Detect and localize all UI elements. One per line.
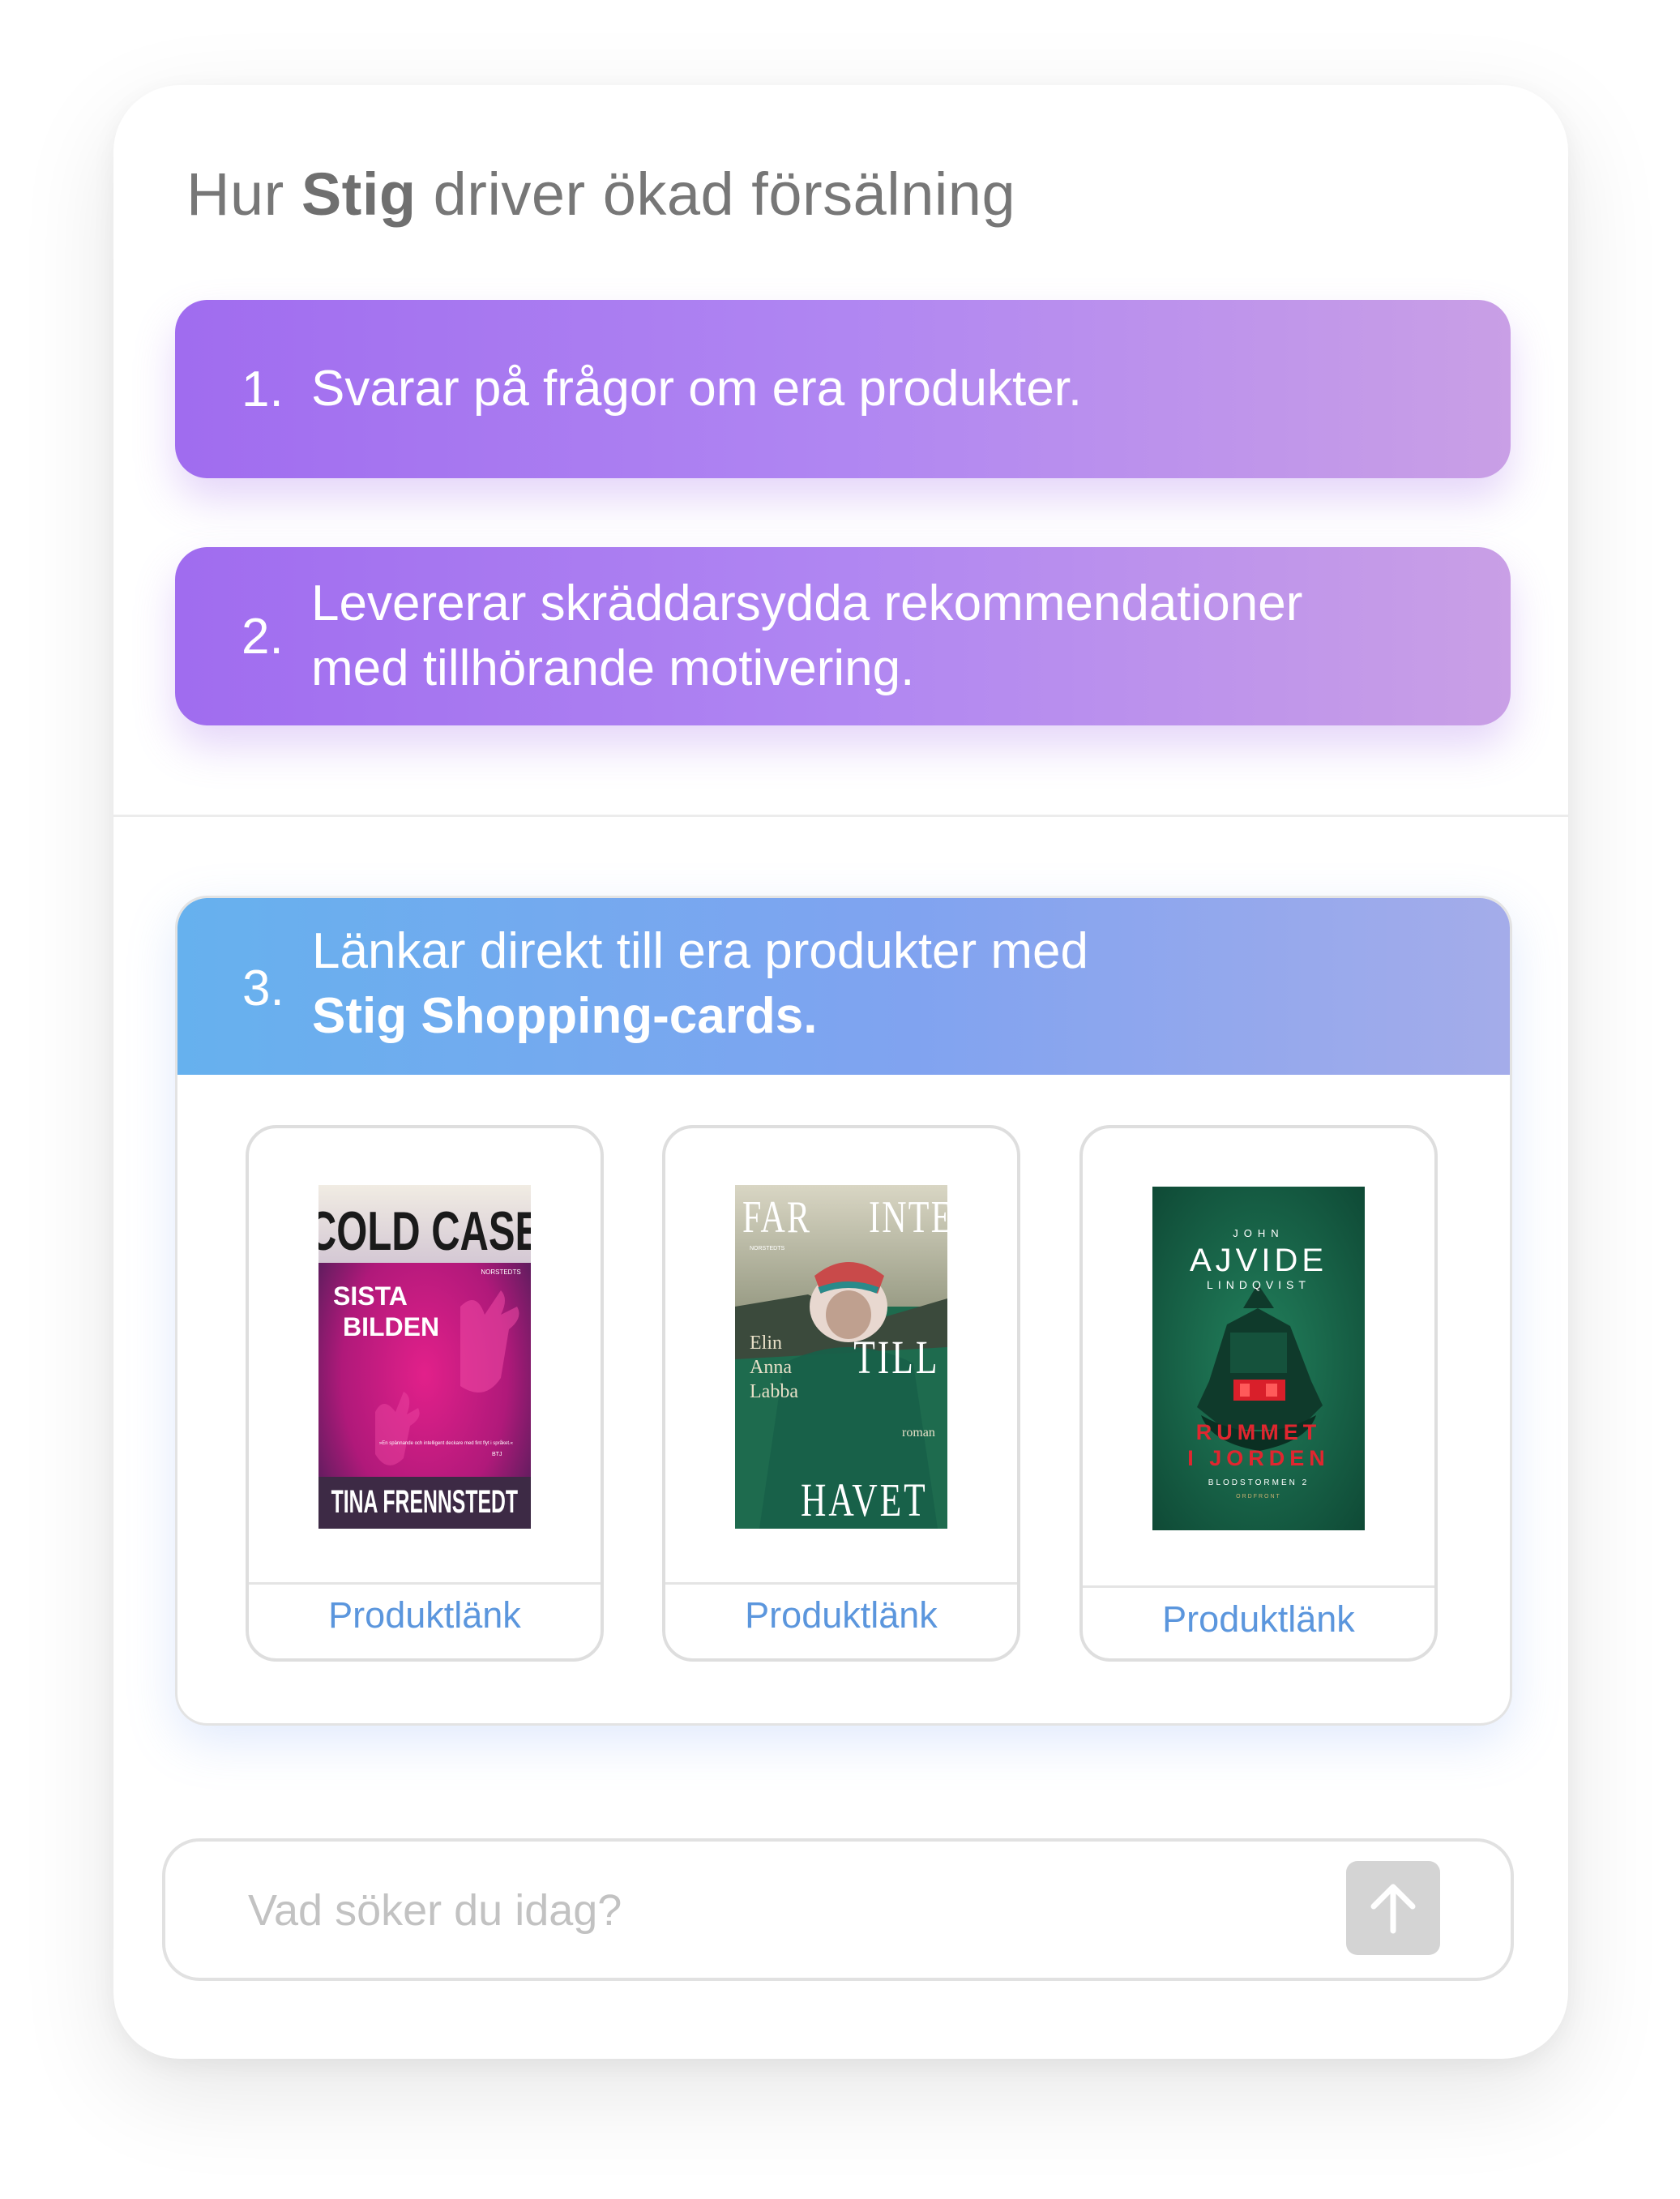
- cover-author-line: Anna: [750, 1357, 792, 1378]
- title-suffix: driver ökad försälning: [433, 160, 1016, 228]
- cover-title-word: HAVET: [801, 1474, 928, 1526]
- search-input[interactable]: [246, 1874, 1303, 1947]
- section-divider: [113, 815, 1568, 817]
- cover-quote: »En spännande och intelligent deckare me…: [379, 1440, 514, 1446]
- product-card[interactable]: FAR INTE NORSTEDTS Elin Anna Labba TILL …: [662, 1125, 1020, 1662]
- feature-recommendations: 2. Levererar skräddarsydda rekommendatio…: [175, 547, 1511, 725]
- send-button[interactable]: [1346, 1861, 1440, 1955]
- cover-author-last: LINDQVIST: [1207, 1278, 1310, 1291]
- feature-number: 2.: [242, 608, 284, 665]
- cover-publisher: NORSTEDTS: [481, 1268, 520, 1276]
- cover-series: BLODSTORMEN 2: [1208, 1478, 1309, 1487]
- card-divider: [249, 1582, 601, 1585]
- product-link[interactable]: Produktlänk: [665, 1594, 1017, 1636]
- feature-number: 1.: [242, 361, 284, 417]
- feature-line: Levererar skräddarsydda rekommendationer: [311, 575, 1303, 631]
- shopping-cards-panel: 3. Länkar direkt till era produkter med …: [175, 896, 1512, 1726]
- feature-answers-questions: 1. Svarar på frågor om era produkter.: [175, 300, 1511, 478]
- title-brand: Stig: [301, 160, 417, 228]
- cover-author: TINA FRENNSTEDT: [331, 1484, 518, 1520]
- cover-genre: roman: [902, 1426, 935, 1440]
- cover-title-word: TILL: [853, 1332, 939, 1384]
- cover-author-main: AJVIDE: [1190, 1243, 1327, 1278]
- title-prefix: Hur: [186, 160, 284, 228]
- book-cover-rummet-i-jorden: JOHN AJVIDE LINDQVIST RUMMET I JORDEN BL…: [1152, 1187, 1365, 1530]
- feature-line: med tillhörande motivering.: [311, 640, 915, 696]
- cover-title-line: SISTA: [333, 1281, 408, 1311]
- cover-publisher: NORSTEDTS: [750, 1246, 785, 1251]
- book-cover-cold-case: COLD CASE NORSTEDTS SISTA BILDEN »En spä…: [318, 1185, 531, 1529]
- feature-line: Svarar på frågor om era produkter.: [311, 361, 1083, 417]
- chat-widget-card: Hur Stig driver ökad försälning 1. Svara…: [113, 85, 1568, 2059]
- cover-author-first: JOHN: [1233, 1227, 1284, 1239]
- cover-title-line: BILDEN: [343, 1312, 439, 1341]
- feature-shopping-cards: 3. Länkar direkt till era produkter med …: [177, 898, 1510, 1075]
- search-bar: [162, 1838, 1514, 1981]
- cover-author-line: Labba: [750, 1381, 798, 1402]
- book-cover-far-inte-till-havet: FAR INTE NORSTEDTS Elin Anna Labba TILL …: [735, 1185, 947, 1529]
- arrow-up-icon: [1370, 1884, 1416, 1934]
- cover-title-line: RUMMET: [1196, 1420, 1321, 1444]
- feature-text: Svarar på frågor om era produkter.: [311, 357, 1082, 421]
- feature-line: Länkar direkt till era produkter med: [312, 923, 1089, 979]
- cover-series: COLD CASE: [318, 1200, 531, 1262]
- product-card[interactable]: COLD CASE NORSTEDTS SISTA BILDEN »En spä…: [246, 1125, 604, 1662]
- widget-title: Hur Stig driver ökad försälning: [186, 160, 1015, 229]
- cover-quote-source: BTJ: [492, 1452, 502, 1457]
- card-divider: [1083, 1585, 1434, 1588]
- feature-text: Levererar skräddarsydda rekommendationer…: [311, 571, 1302, 701]
- card-divider: [665, 1582, 1017, 1585]
- product-card[interactable]: JOHN AJVIDE LINDQVIST RUMMET I JORDEN BL…: [1079, 1125, 1438, 1662]
- product-link[interactable]: Produktlänk: [1083, 1598, 1434, 1641]
- product-link[interactable]: Produktlänk: [249, 1594, 601, 1636]
- cover-title-line: I JORDEN: [1187, 1446, 1330, 1470]
- cover-author-line: Elin: [750, 1333, 782, 1354]
- feature-number: 3.: [242, 960, 284, 1016]
- cover-publisher: ORDFRONT: [1236, 1494, 1281, 1500]
- cover-title-word: FAR: [742, 1191, 811, 1242]
- feature-line-bold: Stig Shopping-cards.: [312, 988, 818, 1044]
- cover-title-word: INTE: [869, 1191, 947, 1242]
